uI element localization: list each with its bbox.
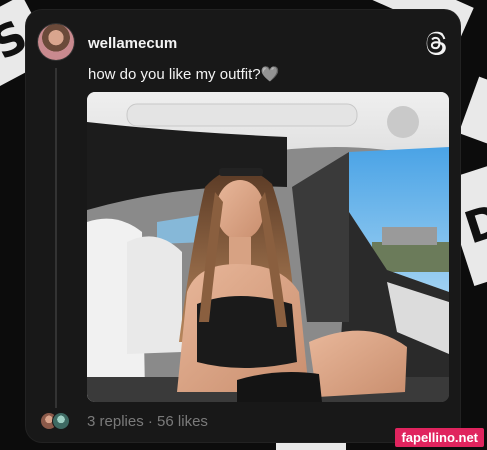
replies-count[interactable]: 3 replies (87, 413, 144, 430)
threads-logo-icon[interactable] (424, 31, 448, 55)
post-card: wellamecum how do you like my outfit?🩶 3… (26, 10, 460, 442)
reply-avatars (40, 412, 74, 430)
watermark-badge: fapellino.net (395, 428, 484, 447)
thread-line (55, 68, 57, 408)
author-username[interactable]: wellamecum (88, 35, 177, 52)
stats-separator: · (147, 412, 153, 430)
replier-avatar (52, 412, 70, 430)
post-stats: 3 replies · 56 likes (87, 413, 208, 430)
likes-count[interactable]: 56 likes (157, 413, 208, 430)
post-photo[interactable] (87, 92, 449, 402)
car-selfie-image (87, 92, 449, 402)
screen: S D wellamecum how do you like my outfit… (0, 0, 487, 450)
post-caption: how do you like my outfit?🩶 (88, 66, 280, 83)
background-tile (458, 76, 487, 144)
author-avatar[interactable] (38, 24, 74, 60)
